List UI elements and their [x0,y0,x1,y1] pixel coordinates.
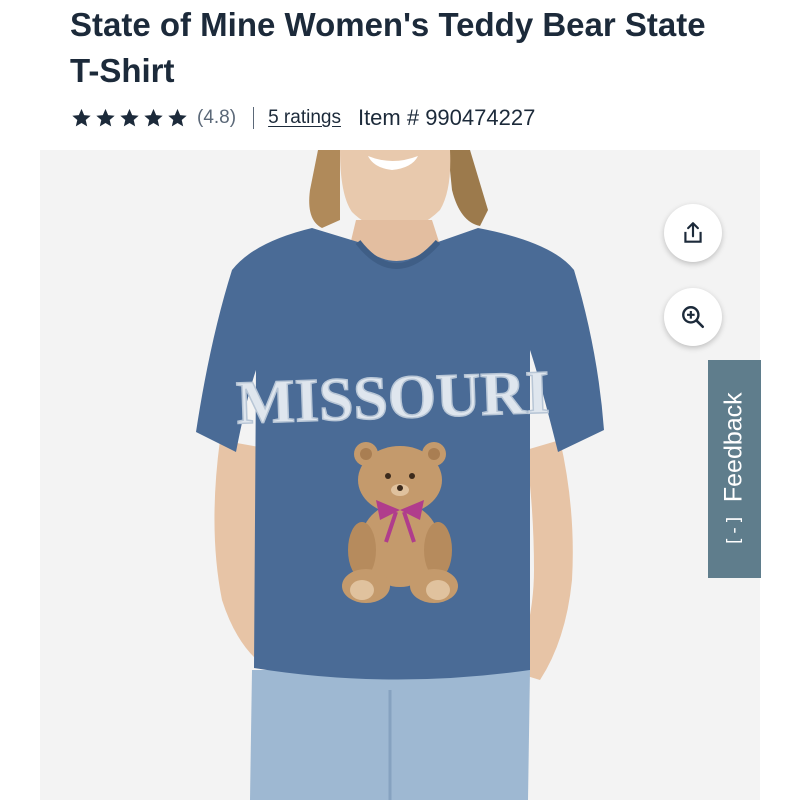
ratings-link[interactable]: 5 ratings [268,107,341,129]
divider [253,107,255,129]
item-number: Item # 990474227 [357,105,536,130]
star-icon [144,108,163,127]
share-button[interactable] [664,204,722,262]
hair-left [309,150,340,228]
share-icon [684,222,702,243]
zoom-button[interactable] [664,288,722,346]
feedback-label: Feedback [720,391,748,502]
feedback-icon: [-] [724,513,745,547]
star-icon [120,108,139,127]
star-icon [96,108,115,127]
shirt-graphic-text: MISSOURI [235,359,551,438]
hair-right [448,150,488,226]
rating-row: (4.8) 5 ratings Item # 990474227 [70,102,535,134]
feedback-tab[interactable]: [-] Feedback [708,360,761,578]
product-image[interactable]: MISSOURI [40,150,760,800]
tshirt-photo: MISSOURI [196,150,604,800]
star-icon [168,108,187,127]
star-rating[interactable] [70,107,189,129]
rating-value: (4.8) [197,107,237,128]
zoom-in-icon [682,306,705,329]
product-title: State of Mine Women's Teddy Bear State T… [70,6,706,89]
star-icon [72,108,91,127]
